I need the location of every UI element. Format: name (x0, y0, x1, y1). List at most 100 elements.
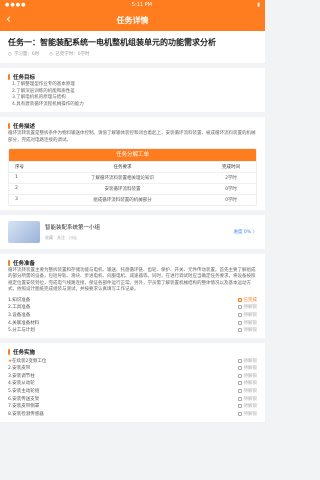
course-stats: 收藏 关注 讨论 (45, 235, 234, 241)
lock-icon (237, 320, 242, 325)
cell-time: 2学时 (225, 175, 237, 181)
prep-item-label: 2.工具准备 (8, 305, 31, 311)
goals-section: 任务目标 1.了解整理型作业专的基本原理 2.了解深层训练的机能和质性差 3.了… (0, 68, 265, 113)
list-item[interactable]: 2.工具准备 待解锁 (8, 304, 257, 312)
cell-index: 2 (15, 186, 18, 192)
table-row: 1 了解循环流料装置相关理论知识 2学时 (9, 171, 256, 183)
course-thumbnail (8, 220, 40, 243)
goals-title: 任务目标 (8, 72, 257, 82)
page-title: 任务详情 (116, 15, 149, 25)
status-badge: 待解锁 (237, 320, 258, 326)
lock-icon (237, 358, 242, 363)
lock-icon (237, 373, 242, 378)
lock-icon (237, 305, 242, 310)
nav-bar: ‹ 任务详情 (0, 9, 265, 31)
prep-item-label: 3.设备准备 (8, 312, 31, 318)
lock-icon (237, 381, 242, 386)
list-item[interactable]: 2.安装皮带 待解锁 (8, 365, 257, 373)
lock-icon (237, 366, 242, 371)
col-header: 序号 (15, 164, 24, 170)
work-table: 任务分解工单 序号 任务要求 完成时间 1 了解循环流料装置相关理论知识 2学时… (8, 147, 257, 206)
goal-line: 4.具有建装循环流程机械操作的能力 (12, 101, 84, 107)
status-badge: 待解锁 (237, 365, 258, 372)
cell-time: 0学时 (225, 186, 237, 192)
cell-task: 了解循环流料装置相关理论知识 (91, 175, 154, 181)
section-marker (8, 348, 10, 355)
status-text: 待解锁 (243, 404, 258, 410)
list-item[interactable]: 5.安装主动轮组 待解锁 (8, 387, 257, 395)
status-bar: ●●●● 5:11 PM ▮ (0, 0, 265, 9)
status-text: 待解锁 (243, 389, 258, 395)
list-item[interactable]: 4.安装从动轮 待解锁 (8, 380, 257, 388)
cell-time: 0学时 (225, 197, 237, 203)
chevron-left-icon[interactable]: ‹ (6, 12, 11, 28)
impl-item-text: 在续装2变频工位 (12, 358, 47, 364)
list-item[interactable]: 5.分工与计划 待解锁 (8, 326, 257, 334)
status-text: 已完成 (243, 297, 258, 303)
goals-title-text: 任务目标 (13, 75, 36, 81)
status-text: 待解锁 (243, 312, 258, 318)
status-badge: 待解锁 (237, 327, 258, 334)
status-badge: 待解锁 (237, 411, 257, 417)
impl-section: 任务实施 ★在续装2变频工位 待解锁 2.安装皮带 待解锁 3.安装调节柱 待解锁 4… (0, 342, 265, 422)
status-text: 待解锁 (243, 328, 258, 334)
goal-line: 3.了解电机机的原理与结构 (12, 95, 66, 101)
lock-icon (237, 328, 242, 333)
list-item[interactable]: 6.安装传送支架 待解锁 (8, 395, 257, 403)
course-progress-link[interactable]: 进度 0% 〉 (234, 229, 258, 235)
status-badge: 待解锁 (237, 304, 257, 310)
status-text: 待解锁 (243, 373, 258, 379)
list-item[interactable]: 7.安装皮带侧罩 待解锁 (8, 402, 257, 410)
section-marker (8, 259, 10, 266)
description-title: 任务描述 (8, 121, 257, 131)
prep-section: 任务准备 循环流转装置主要为整拆装置和存储功能与电机、输送、托盘循环链、齿轮、保… (0, 253, 265, 338)
status-badge: 待解锁 (237, 380, 258, 387)
list-item[interactable]: 3.设备准备 待解锁 (8, 311, 257, 319)
clock-icon: ◷ (8, 51, 12, 57)
impl-item-label: 7.安装皮带侧罩 (8, 404, 40, 410)
prep-item-label: 5.分工与计划 (8, 328, 35, 334)
status-badge: 已完成 (237, 297, 258, 303)
table-header-row: 序号 任务要求 完成时间 (9, 160, 256, 172)
stat-favorite: 收藏 (45, 234, 53, 240)
completed-value: 已完学时：0学时 (55, 52, 90, 57)
done-icon (237, 297, 242, 302)
impl-item-label: 4.安装从动轮 (8, 381, 35, 387)
status-badge: 待解锁 (237, 373, 258, 379)
status-text: 待解锁 (243, 396, 258, 402)
course-card[interactable]: 智能装配系统第一小组 收藏 关注 讨论 进度 0% 〉 (0, 214, 265, 249)
stat-discuss: 讨论 (69, 234, 77, 240)
hours-label: ◷ 学习量：6时 (8, 51, 39, 58)
check-icon: ◴ (49, 51, 54, 57)
list-item[interactable]: 8.安装检测传感器 待解锁 (8, 410, 257, 418)
section-marker (8, 123, 10, 130)
col-header: 任务要求 (113, 164, 132, 170)
lock-icon (237, 389, 242, 394)
description-text: 循环流转装置是整拆条件为物料输送体控制。请值了解输体装控和闭合着起上，安装循环流… (8, 131, 256, 143)
prep-text: 循环流转装置主要为整拆装置和存储功能与电机、输送、托盘循环链、齿轮、保护、开关、… (8, 267, 256, 293)
cell-task: 组成循环流料装置的机械部分 (93, 197, 152, 203)
task-header: 任务一：智能装配系统一电机整机组装单元的功能需求分析 ◷ 学习量：6时 ◴ 已完学时… (0, 31, 265, 63)
battery-icon: ▮ (257, 1, 260, 8)
impl-item-label: 6.安装传送支架 (8, 396, 40, 402)
status-badge: 待解锁 (237, 358, 257, 364)
task-title: 任务一：智能装配系统一电机整机组装单元的功能需求分析 (8, 38, 216, 47)
list-item[interactable]: 4.关联准备材料 待解锁 (8, 319, 257, 327)
list-item[interactable]: 3.安装调节柱 待解锁 (8, 372, 257, 380)
table-row: 2 安装循环流料装置 0学时 (9, 182, 256, 194)
description-section: 任务描述 循环流转装置是整拆条件为物料输送体控制。请值了解输体装控和闭合着起上，… (0, 117, 265, 210)
prep-item-label: 4.关联准备材料 (8, 320, 40, 326)
list-item[interactable]: 1.知识准备 已完成 (8, 296, 257, 304)
prep-title-text: 任务准备 (13, 260, 36, 267)
cell-index: 3 (15, 197, 18, 203)
course-info: 智能装配系统第一小组 收藏 关注 讨论 (45, 223, 234, 241)
cell-index: 1 (15, 175, 18, 181)
description-title-text: 任务描述 (13, 124, 36, 131)
prep-title: 任务准备 (8, 258, 257, 268)
list-item[interactable]: ★在续装2变频工位 待解锁 (8, 357, 257, 365)
status-text: 待解锁 (243, 381, 258, 387)
status-text: 待解锁 (243, 366, 258, 372)
section-marker (8, 74, 10, 80)
impl-item-label: ★在续装2变频工位 (8, 358, 46, 364)
status-text: 待解锁 (243, 320, 258, 326)
